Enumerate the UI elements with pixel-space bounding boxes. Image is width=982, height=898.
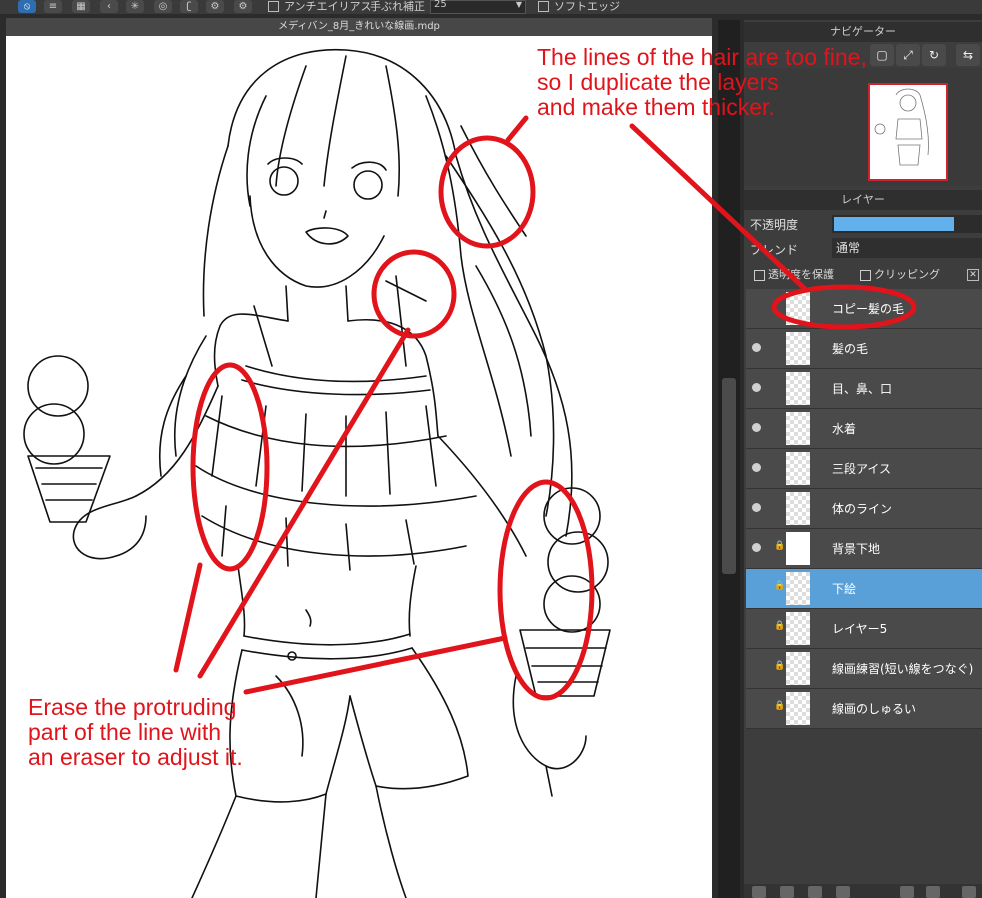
arrow-line-strap xyxy=(197,327,411,679)
strap-circle-mark xyxy=(371,249,457,339)
arrow-line-icecream xyxy=(243,635,508,695)
copy-layer-circle-mark xyxy=(771,284,917,330)
annotation-bottom-line3: an eraser to adjust it. xyxy=(28,744,243,770)
ruffle-circle-mark xyxy=(190,362,270,572)
annotation-top-line1: The lines of the hair are too fine, xyxy=(537,44,867,70)
hair-circle-mark xyxy=(438,135,536,249)
arrow-line-layer xyxy=(629,123,808,292)
icecream-circle-mark xyxy=(497,479,595,701)
arrow-line-ruffle xyxy=(173,562,203,673)
annotation-bottom-line1: Erase the protruding xyxy=(28,694,237,720)
annotation-bottom-line2: part of the line with xyxy=(28,719,222,745)
annotation-top-line3: and make them thicker. xyxy=(537,94,775,120)
arrow-line-hair xyxy=(505,115,529,143)
annotation-top-line2: so I duplicate the layers xyxy=(537,69,779,95)
